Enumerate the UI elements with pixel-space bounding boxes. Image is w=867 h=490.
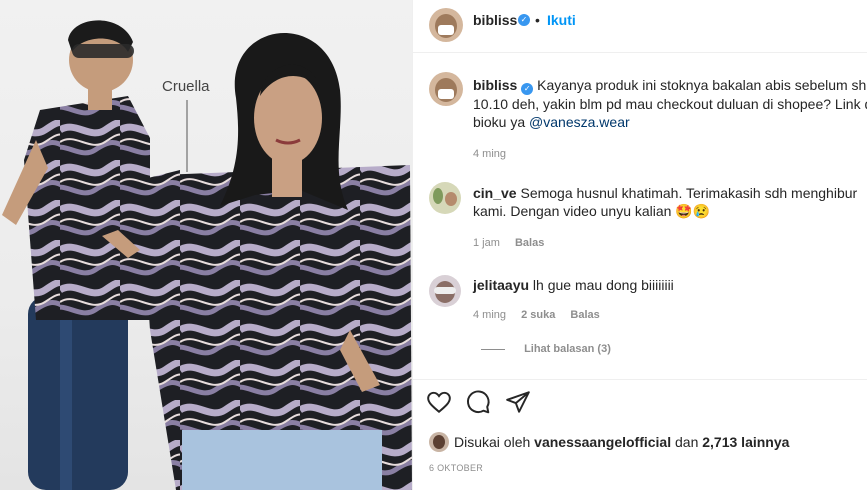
reply-button[interactable]: Balas: [570, 309, 599, 321]
header-dot: •: [535, 12, 540, 28]
comment-line-1: Semoga husnul khatimah. Terimakasih sdh …: [520, 185, 858, 201]
view-replies[interactable]: Lihat balasan (3): [481, 343, 611, 355]
caption-time: 4 ming: [473, 148, 507, 160]
comment-meta: 1 jam Balas: [473, 237, 544, 249]
liker-avatar[interactable]: [429, 432, 449, 452]
verified-icon: ✓: [521, 83, 534, 95]
header-username[interactable]: bibliss: [473, 12, 517, 28]
post-photo[interactable]: Cruella: [0, 0, 412, 490]
verified-icon: ✓: [518, 14, 530, 26]
likes-summary: Disukai oleh vanessaangelofficial dan 2,…: [454, 434, 789, 450]
comment-meta: 4 ming 2 suka Balas: [473, 309, 600, 321]
comment-time: 4 ming: [473, 309, 507, 321]
caption-mention[interactable]: @vanesza.wear: [529, 114, 630, 130]
comment-icon[interactable]: [465, 389, 491, 415]
likes-count[interactable]: 2,713 lainnya: [702, 434, 789, 450]
comment-username[interactable]: cin_ve: [473, 185, 517, 201]
replies-line: [481, 348, 505, 350]
post-date: 6 OKTOBER: [429, 463, 484, 473]
comment-time: 1 jam: [473, 237, 500, 249]
photo-illustration: [2, 20, 412, 490]
comment-line-2: kami. Dengan video unyu kalian 🤩😢: [473, 203, 711, 219]
liker-username[interactable]: vanessaangelofficial: [534, 434, 671, 450]
comment-username[interactable]: jelitaayu: [473, 277, 529, 293]
caption-line-2: 10.10 deh, yakin blm pd mau checkout dul…: [473, 96, 867, 112]
post-header: bibliss ✓ • Ikuti: [413, 0, 867, 53]
likes-mid: dan: [675, 434, 699, 450]
post-panel: bibliss ✓ • Ikuti bibliss ✓ Kayanya prod…: [412, 0, 867, 490]
comment-text: cin_ve Semoga husnul khatimah. Terimakas…: [473, 184, 863, 220]
reply-button[interactable]: Balas: [515, 237, 544, 249]
likes-prefix: Disukai oleh: [454, 434, 531, 450]
caption-line-1: Kayanya produk ini stoknya bakalan abis …: [537, 77, 867, 93]
follow-button[interactable]: Ikuti: [547, 12, 576, 28]
heart-icon[interactable]: [426, 389, 452, 415]
caption-avatar[interactable]: [429, 72, 463, 106]
caption-line-3: bioku ya: [473, 114, 526, 130]
comment-text: jelitaayu lh gue mau dong biiiiiiii: [473, 276, 863, 294]
comment-avatar[interactable]: [429, 182, 461, 214]
divider: [413, 379, 867, 380]
share-icon[interactable]: [505, 389, 531, 415]
header-avatar[interactable]: [429, 8, 463, 42]
caption-username[interactable]: bibliss: [473, 77, 517, 93]
comment-likes[interactable]: 2 suka: [521, 309, 555, 321]
comment-avatar[interactable]: [429, 275, 461, 307]
post-caption: bibliss ✓ Kayanya produk ini stoknya bak…: [473, 76, 867, 131]
view-replies-label: Lihat balasan (3): [524, 343, 611, 355]
comment-line-1: lh gue mau dong biiiiiiii: [532, 277, 674, 293]
photo-label: Cruella: [162, 78, 210, 95]
